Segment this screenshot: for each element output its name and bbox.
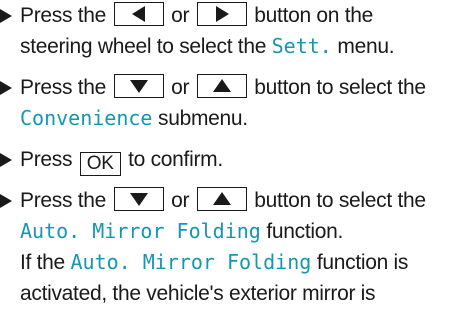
bullet-arrow-icon xyxy=(0,153,12,167)
step-text: function. xyxy=(266,220,344,243)
function-name-auto-mirror-folding: Auto. Mirror Folding xyxy=(70,250,312,274)
step-3-line-1: Press OK to confirm. xyxy=(20,144,464,176)
step-text: steering wheel to select the xyxy=(20,35,267,58)
instruction-step-3: Press OK to confirm. xyxy=(0,144,464,176)
up-arrow-button-icon xyxy=(196,187,247,211)
step-text: If the xyxy=(20,251,65,274)
step-text: Press the xyxy=(20,4,107,27)
down-arrow-button-icon xyxy=(113,187,164,211)
bullet-arrow-icon xyxy=(0,81,12,95)
step-4-line-1: Press the or button to select the xyxy=(20,185,464,216)
step-text: to confirm. xyxy=(128,148,223,171)
step-text: function is xyxy=(316,251,409,274)
step-4-line-4: activated, the vehicle's exterior mirror… xyxy=(20,282,376,305)
step-text: menu. xyxy=(337,35,395,58)
up-arrow-button-icon xyxy=(196,74,247,98)
step-text: or xyxy=(171,76,190,99)
ok-button-label: OK xyxy=(79,152,121,176)
step-2-line-2: Convenience submenu. xyxy=(20,103,464,134)
instruction-step-2: Press the or button to select the Conven… xyxy=(0,72,464,134)
step-text: or xyxy=(171,4,190,27)
step-4-line-3: If the Auto. Mirror Folding function is xyxy=(20,247,464,278)
step-text: button to select the xyxy=(254,76,426,99)
instruction-step-1: Press the or button on the steering whee… xyxy=(0,0,464,62)
step-2-line-1: Press the or button to select the xyxy=(20,72,464,103)
instruction-list: Press the or button on the steering whee… xyxy=(0,0,464,305)
step-1-line-1: Press the or button on the xyxy=(20,0,464,31)
bullet-arrow-icon xyxy=(0,9,12,23)
bullet-arrow-icon xyxy=(0,194,12,208)
step-text: button on the xyxy=(254,4,373,27)
step-text: or xyxy=(171,189,190,212)
step-text: submenu. xyxy=(158,107,248,130)
step-text: Press the xyxy=(20,76,107,99)
right-arrow-button-icon xyxy=(196,2,247,26)
instruction-step-4: Press the or button to select the Auto. … xyxy=(0,185,464,309)
step-1-line-2: steering wheel to select the Sett. menu. xyxy=(20,31,464,62)
step-text: button to select the xyxy=(254,189,426,212)
step-4-line-2: Auto. Mirror Folding function. xyxy=(20,216,464,247)
submenu-name-convenience: Convenience xyxy=(20,106,153,130)
menu-name-sett: Sett. xyxy=(271,34,332,58)
left-arrow-button-icon xyxy=(113,2,164,26)
down-arrow-button-icon xyxy=(113,74,164,98)
step-text: Press xyxy=(20,148,73,171)
function-name-auto-mirror-folding: Auto. Mirror Folding xyxy=(20,219,261,243)
step-text: Press the xyxy=(20,189,107,212)
